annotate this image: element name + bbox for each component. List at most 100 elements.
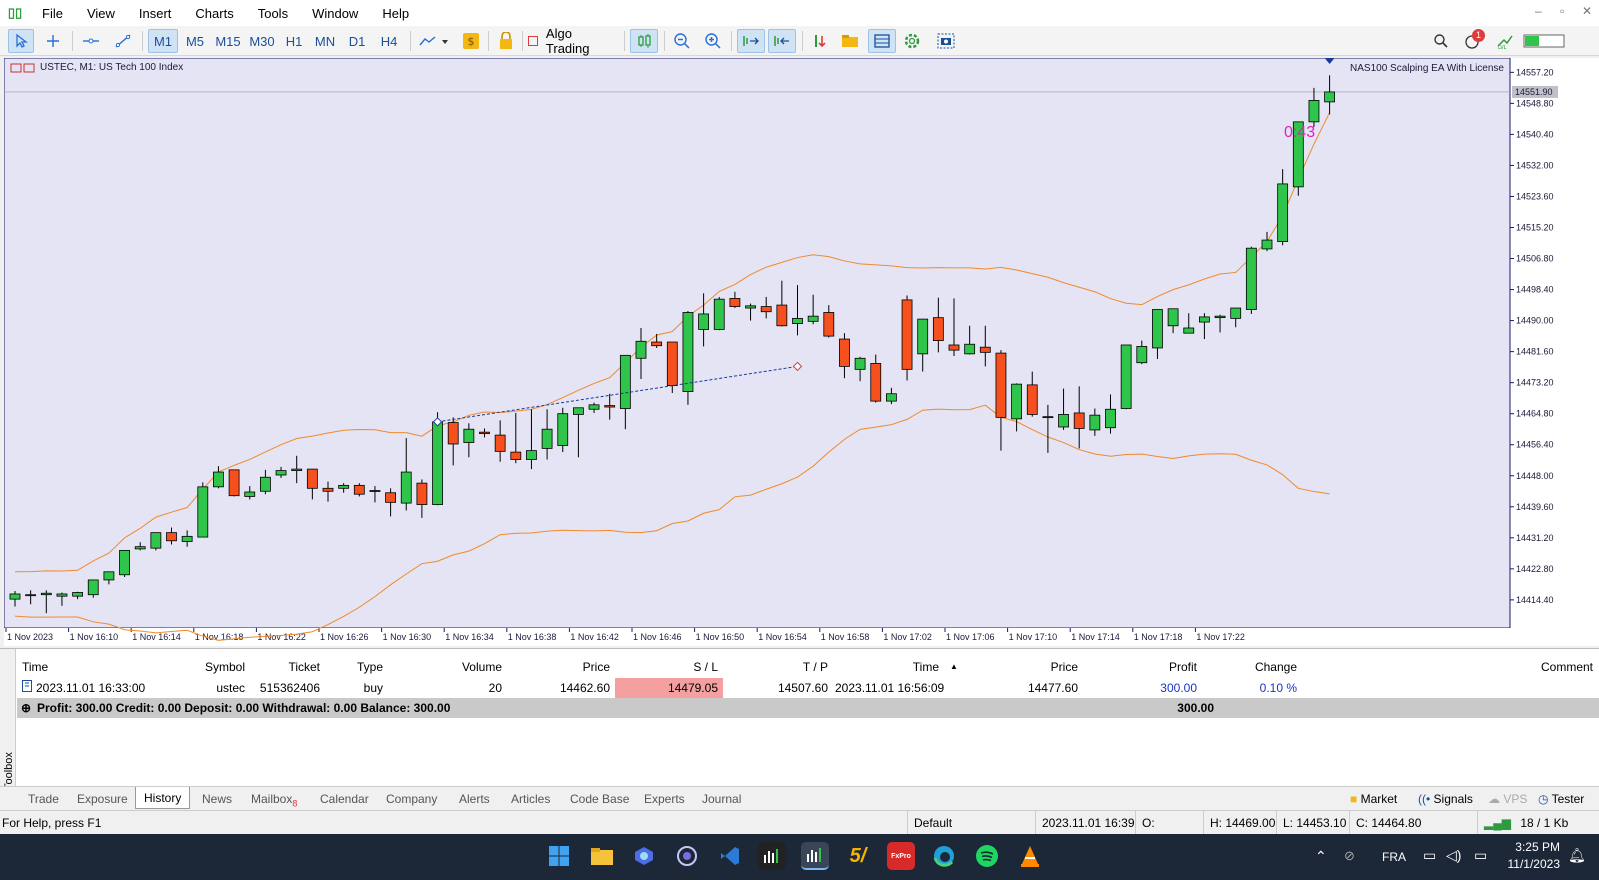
tab-history[interactable]: History: [135, 787, 191, 809]
volume-icon[interactable]: ◁): [1446, 847, 1461, 864]
tab-company[interactable]: Company: [378, 790, 445, 808]
col-price-close[interactable]: Price: [980, 657, 1078, 677]
chart-type-icon[interactable]: [416, 29, 454, 53]
minimize-icon[interactable]: –: [1535, 4, 1542, 18]
restore-icon[interactable]: ▫: [1560, 4, 1564, 18]
notifications-icon[interactable]: 1: [1460, 29, 1486, 53]
col-change[interactable]: Change: [1205, 657, 1297, 677]
col-comment[interactable]: Comment: [1490, 657, 1593, 677]
trendline-icon[interactable]: [110, 29, 136, 53]
auto-scroll-icon[interactable]: [737, 29, 765, 53]
menu-view[interactable]: View: [75, 6, 127, 21]
timeframe-m30[interactable]: M30: [246, 29, 278, 53]
indicator-dollar-icon[interactable]: $: [460, 29, 482, 53]
menu-charts[interactable]: Charts: [183, 6, 245, 21]
tester-button[interactable]: ◷ Tester: [1530, 790, 1592, 808]
row-profit[interactable]: 300.00: [1085, 678, 1197, 698]
tab-exposure[interactable]: Exposure: [69, 790, 136, 808]
menu-help[interactable]: Help: [370, 6, 421, 21]
zoom-in-icon[interactable]: [701, 29, 725, 53]
col-price[interactable]: Price: [510, 657, 610, 677]
templates-folder-icon[interactable]: [838, 29, 862, 53]
tab-calendar[interactable]: Calendar: [312, 790, 377, 808]
row-type[interactable]: buy: [325, 678, 383, 698]
five-app-icon[interactable]: 5/: [844, 842, 872, 870]
lock-icon[interactable]: [494, 29, 518, 53]
menu-window[interactable]: Window: [300, 6, 370, 21]
chart-shift-icon[interactable]: [768, 29, 796, 53]
spotify-icon[interactable]: [973, 842, 1001, 870]
row-ticket[interactable]: 515362406: [250, 678, 320, 698]
tab-alerts[interactable]: Alerts: [451, 790, 498, 808]
settings-gear-icon[interactable]: [900, 29, 924, 53]
row-price-close[interactable]: 14477.60: [980, 678, 1078, 698]
price-chart[interactable]: 14557.20 14548.80 14540.40 14532.00 14523.60…: [4, 58, 1599, 646]
copilot-icon[interactable]: [630, 842, 658, 870]
status-traffic[interactable]: ▂▄▆ 18 / 1 Kb: [1477, 811, 1599, 835]
tab-journal[interactable]: Journal: [694, 790, 749, 808]
tab-articles[interactable]: Articles: [503, 790, 558, 808]
clock-time[interactable]: 3:25 PM: [1500, 840, 1560, 854]
timeframe-m15[interactable]: M15: [212, 29, 244, 53]
menu-file[interactable]: File: [30, 6, 75, 21]
col-symbol[interactable]: Symbol: [180, 657, 245, 677]
cursor-tool-icon[interactable]: [8, 29, 34, 53]
market-button[interactable]: ■ Market: [1342, 790, 1405, 808]
row-time-close[interactable]: 2023.11.01 16:56:09: [835, 678, 944, 698]
expand-icon[interactable]: ⊕: [21, 698, 31, 718]
row-time[interactable]: 2023.11.01 16:33:00: [36, 678, 145, 698]
expert-advisor-label[interactable]: NAS100 Scalping EA With License: [1350, 63, 1504, 74]
ic-markets-mt5-active-icon[interactable]: [801, 842, 829, 870]
windows-start-icon[interactable]: [545, 842, 573, 870]
tab-news[interactable]: News: [194, 790, 240, 808]
col-profit[interactable]: Profit: [1085, 657, 1197, 677]
new-order-icon[interactable]: [808, 29, 832, 53]
row-sl[interactable]: 14479.05: [615, 678, 723, 698]
chart-window[interactable]: 14557.20 14548.80 14540.40 14532.00 14523.60…: [4, 58, 1599, 646]
vlc-icon[interactable]: [1016, 842, 1044, 870]
app-hub-icon[interactable]: [673, 842, 701, 870]
timeframe-d1[interactable]: D1: [342, 29, 372, 53]
timeframe-m5[interactable]: M5: [180, 29, 210, 53]
network-off-icon[interactable]: ⊘: [1344, 848, 1355, 864]
language-indicator[interactable]: FRA: [1382, 850, 1406, 864]
col-time[interactable]: Time: [22, 657, 48, 677]
col-tp[interactable]: T / P: [725, 657, 828, 677]
signals-button[interactable]: ((• Signals: [1410, 790, 1481, 808]
tab-trade[interactable]: Trade: [20, 790, 67, 808]
zoom-out-icon[interactable]: [670, 29, 694, 53]
row-price[interactable]: 14462.60: [510, 678, 610, 698]
candles-icon[interactable]: [630, 29, 658, 53]
tab-experts[interactable]: Experts: [636, 790, 693, 808]
notification-bell-icon[interactable]: 🔔︎: [1568, 847, 1586, 864]
close-icon[interactable]: ✕: [1582, 4, 1592, 18]
monitor-icon[interactable]: ▭: [1423, 847, 1436, 864]
status-profile[interactable]: Default: [907, 811, 1035, 835]
battery-icon[interactable]: ▭: [1474, 847, 1487, 864]
row-tp[interactable]: 14507.60: [725, 678, 828, 698]
fxpro-icon[interactable]: FxPro: [887, 842, 915, 870]
search-icon[interactable]: [1430, 29, 1452, 53]
row-symbol[interactable]: ustec: [180, 678, 245, 698]
vscode-icon[interactable]: [716, 842, 744, 870]
horizontal-line-icon[interactable]: [78, 29, 104, 53]
screenshot-camera-icon[interactable]: [932, 29, 960, 53]
tray-chevron-icon[interactable]: ⌃: [1315, 848, 1327, 865]
row-change[interactable]: 0.10 %: [1205, 678, 1297, 698]
terminal-toggle-icon[interactable]: [868, 29, 896, 53]
timeframe-h1[interactable]: H1: [280, 29, 308, 53]
menu-insert[interactable]: Insert: [127, 6, 184, 21]
timeframe-m1[interactable]: M1: [148, 29, 178, 53]
vps-button[interactable]: ☁ VPS: [1480, 790, 1535, 808]
tab-mailbox[interactable]: Mailbox8: [243, 790, 305, 808]
col-type[interactable]: Type: [325, 657, 383, 677]
menu-tools[interactable]: Tools: [246, 6, 300, 21]
col-sl[interactable]: S / L: [615, 657, 718, 677]
timeframe-h4[interactable]: H4: [374, 29, 404, 53]
crosshair-icon[interactable]: [40, 29, 66, 53]
col-time-close[interactable]: Time: [835, 657, 939, 677]
toolbox-side-label[interactable]: Toolbox: [0, 649, 16, 790]
ic-markets-mt5-icon[interactable]: [758, 842, 786, 870]
row-volume[interactable]: 20: [390, 678, 502, 698]
col-ticket[interactable]: Ticket: [250, 657, 320, 677]
